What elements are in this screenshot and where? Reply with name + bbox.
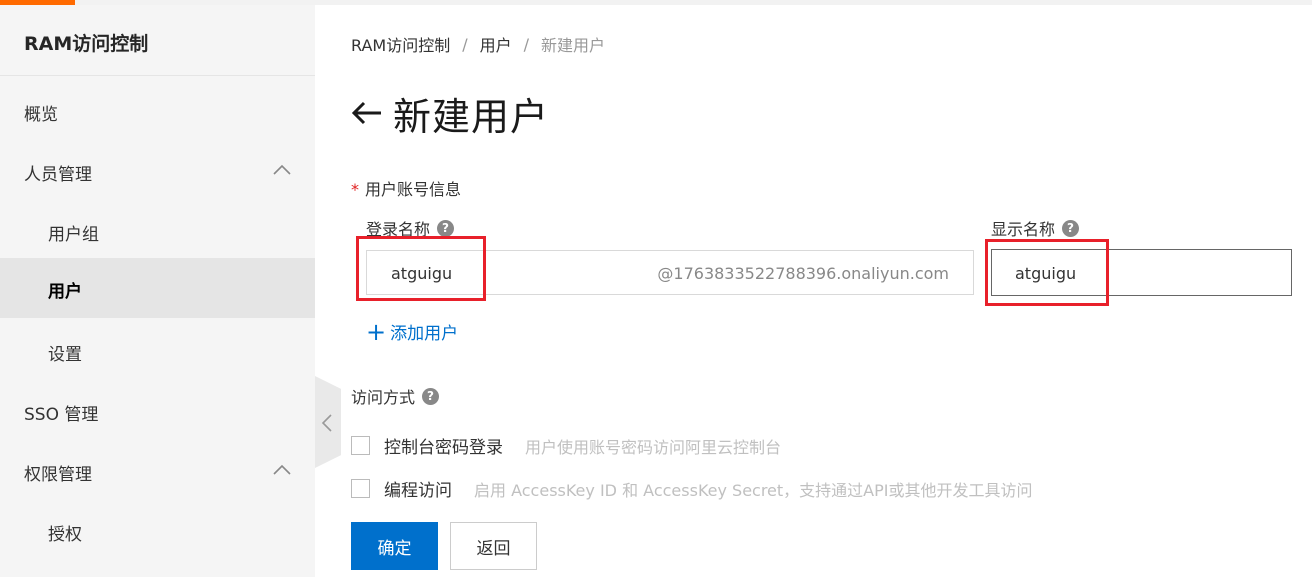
- login-name-label: 登录名称 ?: [366, 216, 455, 240]
- programmatic-access-description: 启用 AccessKey ID 和 AccessKey Secret，支持通过A…: [474, 480, 1033, 500]
- back-arrow-icon[interactable]: [351, 101, 383, 125]
- plus-icon: +: [366, 317, 387, 346]
- back-button[interactable]: 返回: [450, 522, 537, 570]
- sidebar: RAM访问控制 概览 人员管理 用户组 用户 设置 SSO 管理 权限管理 授权: [0, 5, 315, 577]
- breadcrumb-item-ram[interactable]: RAM访问控制: [351, 32, 450, 56]
- display-name-input[interactable]: atguigu: [991, 249, 1292, 296]
- add-user-link[interactable]: + 添加用户: [366, 317, 459, 346]
- access-method-label-text: 访问方式: [351, 388, 416, 407]
- console-login-option: 控制台密码登录 用户使用账号密码访问阿里云控制台: [351, 433, 781, 458]
- sidebar-item-label: 权限管理: [24, 465, 92, 485]
- sidebar-item-authorization[interactable]: 授权: [0, 501, 315, 561]
- programmatic-access-option: 编程访问 启用 AccessKey ID 和 AccessKey Secret，…: [351, 476, 1033, 501]
- breadcrumb-separator: /: [523, 34, 530, 54]
- sidebar-item-user-groups[interactable]: 用户组: [0, 201, 315, 261]
- breadcrumb-item-users[interactable]: 用户: [480, 32, 512, 56]
- help-icon[interactable]: ?: [437, 219, 455, 237]
- sidebar-item-permission-management[interactable]: 权限管理: [0, 441, 315, 501]
- sidebar-item-sso-management[interactable]: SSO 管理: [0, 381, 315, 441]
- sidebar-item-label: 设置: [48, 345, 82, 365]
- page-header: 新建用户: [351, 88, 550, 139]
- chevron-up-icon[interactable]: [273, 463, 291, 477]
- breadcrumb-separator: /: [462, 34, 468, 54]
- help-icon[interactable]: ?: [422, 387, 440, 405]
- programmatic-access-label[interactable]: 编程访问: [384, 476, 452, 501]
- sidebar-item-label: 用户组: [48, 225, 99, 245]
- login-name-label-text: 登录名称: [366, 220, 431, 239]
- help-icon[interactable]: ?: [1062, 219, 1080, 237]
- console-login-label[interactable]: 控制台密码登录: [384, 433, 503, 458]
- sidebar-collapse-toggle[interactable]: [315, 376, 341, 468]
- sidebar-title: RAM访问控制: [24, 33, 149, 55]
- programmatic-access-checkbox[interactable]: [351, 479, 370, 498]
- page-title: 新建用户: [393, 94, 550, 139]
- breadcrumb: RAM访问控制 / 用户 / 新建用户: [351, 32, 605, 56]
- login-name-value: atguigu: [391, 264, 453, 283]
- access-method-label: 访问方式 ?: [351, 384, 440, 408]
- sidebar-item-people-management[interactable]: 人员管理: [0, 141, 315, 201]
- sidebar-item-settings[interactable]: 设置: [0, 321, 315, 381]
- account-info-text: 用户账号信息: [365, 180, 462, 199]
- login-name-input[interactable]: atguigu @1763833522788396.onaliyun.com: [366, 250, 974, 295]
- add-user-label: 添加用户: [390, 324, 459, 344]
- display-name-label-text: 显示名称: [991, 220, 1056, 239]
- sidebar-item-label: 概览: [24, 105, 58, 125]
- sidebar-item-users[interactable]: 用户: [0, 258, 315, 318]
- required-mark: *: [351, 180, 359, 199]
- sidebar-item-label: 人员管理: [24, 165, 92, 185]
- display-name-value: atguigu: [1015, 264, 1077, 283]
- confirm-button[interactable]: 确定: [351, 522, 438, 570]
- sidebar-item-label: 授权: [48, 525, 82, 545]
- sidebar-item-label: SSO 管理: [24, 405, 99, 425]
- breadcrumb-item-current: 新建用户: [541, 36, 606, 55]
- chevron-left-icon: [321, 414, 332, 432]
- account-info-label: * 用户账号信息: [351, 176, 461, 200]
- sidebar-item-label: 用户: [48, 282, 82, 302]
- login-domain-suffix: @1763833522788396.onaliyun.com: [657, 264, 949, 283]
- display-name-label: 显示名称 ?: [991, 216, 1080, 240]
- sidebar-header: RAM访问控制: [0, 5, 315, 76]
- console-login-checkbox[interactable]: [351, 436, 370, 455]
- chevron-up-icon[interactable]: [273, 163, 291, 177]
- console-login-description: 用户使用账号密码访问阿里云控制台: [525, 437, 782, 457]
- sidebar-item-overview[interactable]: 概览: [0, 81, 315, 141]
